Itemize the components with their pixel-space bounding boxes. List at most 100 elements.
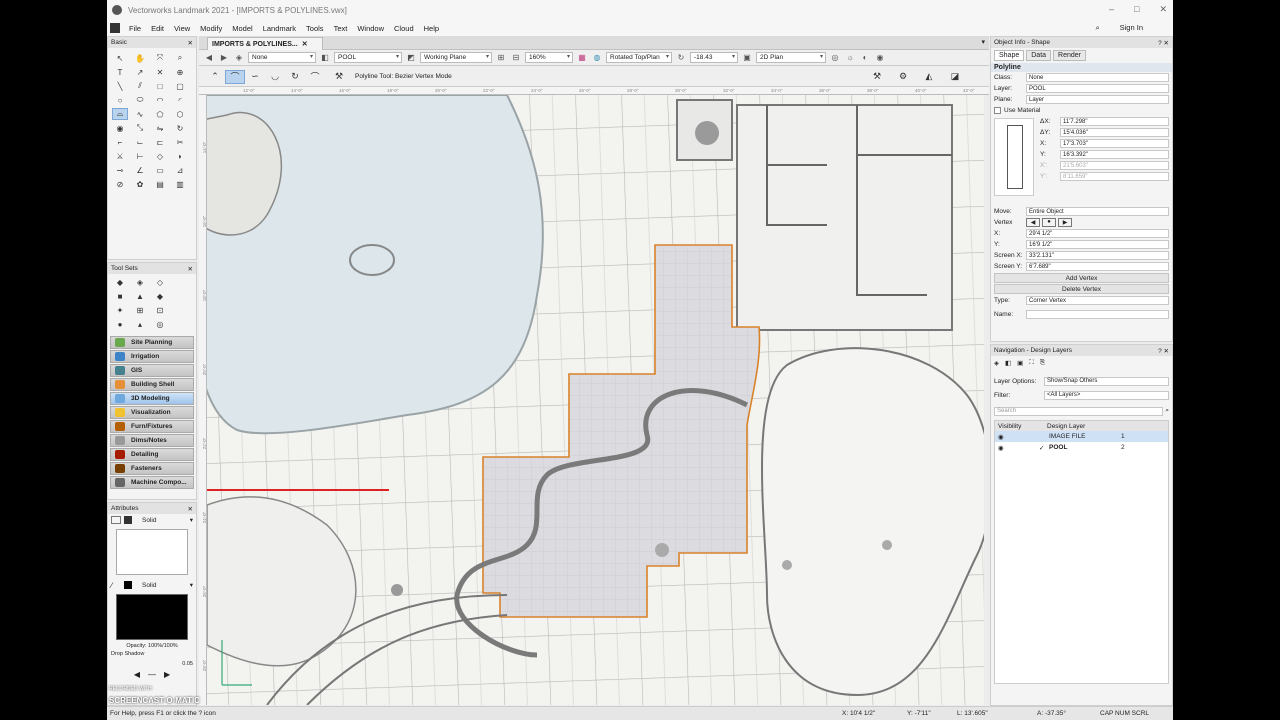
add-vertex-button[interactable]: Add Vertex <box>994 273 1169 283</box>
tab-render[interactable]: Render <box>1053 50 1087 61</box>
screen-x-field[interactable]: 33'2.131" <box>1026 251 1169 260</box>
close-icon[interactable]: ? ✕ <box>1158 347 1169 355</box>
render-mode-select[interactable]: 2D Plan <box>756 52 826 63</box>
filter-select[interactable]: <All Layers> <box>1044 390 1169 400</box>
callout-tool-icon[interactable]: ↗ <box>132 66 148 78</box>
spiral-tool-icon[interactable]: ◉ <box>112 122 128 134</box>
pen-icon[interactable]: ◪ <box>945 70 965 84</box>
polyline-tool-icon[interactable]: ⌓ <box>112 108 128 120</box>
unified-view-icon[interactable]: ◍ <box>591 52 603 63</box>
zoom-out-icon[interactable]: ⊟ <box>510 52 522 63</box>
pad-icon[interactable]: ◇ <box>152 276 168 288</box>
fill-color-swatch[interactable] <box>124 516 132 524</box>
visibility-column-header[interactable]: Visibility <box>995 423 1039 430</box>
layer-field[interactable]: POOL <box>1026 84 1169 93</box>
pen-style-select[interactable]: Solid <box>142 582 156 589</box>
snap-settings-icon[interactable]: ⚙ <box>893 70 913 84</box>
menu-landmark[interactable]: Landmark <box>258 24 301 33</box>
vertex-select-icon[interactable]: ● <box>1042 218 1056 227</box>
close-button[interactable]: ✕ <box>1159 4 1167 15</box>
document-tab[interactable]: IMPORTS & POLYLINES... ✕ <box>207 37 323 50</box>
standard-view-select[interactable]: Rotated Top/Plan <box>606 52 672 63</box>
polygon-tool-icon[interactable]: ⬠ <box>152 108 168 120</box>
vertex-y-field[interactable]: 16'9 1/2" <box>1026 240 1169 249</box>
eye-icon[interactable]: ◉ <box>995 433 1039 441</box>
offset-tool-icon[interactable]: ⤡ <box>132 122 148 134</box>
light-icon[interactable]: ☼ <box>844 52 856 63</box>
vertex-x-field[interactable]: 29'4 1/2" <box>1026 229 1169 238</box>
line-tool-icon[interactable]: ╲ <box>112 80 128 92</box>
point-arc-mode-icon[interactable]: ↻ <box>285 70 305 84</box>
class-field[interactable]: None <box>1026 73 1169 82</box>
torus-icon[interactable]: ◎ <box>152 318 168 330</box>
projection-icon[interactable]: ◎ <box>829 52 841 63</box>
tool-set-furn-fixtures[interactable]: Furn/Fixtures <box>110 420 194 433</box>
move-select[interactable]: Entire Object <box>1026 207 1169 216</box>
preferences-icon[interactable]: ⚒ <box>867 70 887 84</box>
plane-field[interactable]: Layer <box>1026 95 1169 104</box>
hatch-tool-icon[interactable]: ▤ <box>152 178 168 190</box>
menu-cloud[interactable]: Cloud <box>389 24 419 33</box>
tool-set-dims-notes[interactable]: Dims/Notes <box>110 434 194 447</box>
roof-icon[interactable]: ▲ <box>132 290 148 302</box>
bezier-vertex-mode-icon[interactable]: ⌒ <box>225 69 245 84</box>
quarter-arc-tool-icon[interactable]: ◜ <box>172 94 188 106</box>
active-layer-select[interactable]: POOL <box>334 52 402 63</box>
saved-views-icon[interactable]: ◐ <box>859 52 871 63</box>
cubic-vertex-mode-icon[interactable]: ∽ <box>245 70 265 84</box>
tangent-arc-mode-icon[interactable]: ◡ <box>265 70 285 84</box>
close-icon[interactable]: ✕ <box>188 39 193 47</box>
maximize-button[interactable]: □ <box>1134 4 1139 15</box>
split-tool-icon[interactable]: ⚔ <box>112 150 128 162</box>
wall-tool-icon[interactable]: ▥ <box>172 178 188 190</box>
arrow-left-icon[interactable]: ◀ <box>134 670 140 679</box>
pen-color-swatch[interactable] <box>124 581 132 589</box>
connect-tool-icon[interactable]: ⊢ <box>132 150 148 162</box>
bounding-box-widget[interactable] <box>994 118 1034 196</box>
chevron-down-icon[interactable]: ▾ <box>190 516 193 524</box>
rectangle-tool-icon[interactable]: □ <box>152 80 168 92</box>
clip-tool-icon[interactable]: ⊏ <box>152 136 168 148</box>
menu-modify[interactable]: Modify <box>195 24 227 33</box>
locus-tool-icon[interactable]: ⊘ <box>112 178 128 190</box>
tab-data[interactable]: Data <box>1026 50 1052 61</box>
close-icon[interactable]: ✕ <box>188 505 193 513</box>
menu-view[interactable]: View <box>169 24 195 33</box>
tool-set-3d-modeling[interactable]: 3D Modeling <box>110 392 194 405</box>
drawing-canvas[interactable] <box>207 95 984 705</box>
x-field[interactable]: 17'3.703" <box>1060 139 1169 148</box>
menu-model[interactable]: Model <box>227 24 257 33</box>
menu-tools[interactable]: Tools <box>301 24 329 33</box>
menu-text[interactable]: Text <box>329 24 353 33</box>
pen-preview[interactable] <box>116 594 188 640</box>
minimize-button[interactable]: – <box>1109 4 1114 15</box>
line-weight-value[interactable]: 0.05 <box>182 661 193 667</box>
line-end-icon[interactable]: — <box>148 670 156 679</box>
double-polygon-tool-icon[interactable]: ⬡ <box>172 108 188 120</box>
fill-icon[interactable]: ◭ <box>919 70 939 84</box>
nav-refs-icon[interactable]: ⎘ <box>1040 359 1045 367</box>
circle-tool-icon[interactable]: ○ <box>112 94 128 106</box>
tool-set-building-shell[interactable]: Building Shell <box>110 378 194 391</box>
fill-style-select[interactable]: Solid <box>142 517 156 524</box>
massing-model-icon[interactable]: ⊡ <box>152 304 168 316</box>
back-icon[interactable]: ◀ <box>203 52 215 63</box>
rotation-angle-field[interactable]: -18.43 <box>690 52 738 63</box>
tool-set-site-planning[interactable]: Site Planning <box>110 336 194 349</box>
eye-icon[interactable]: ◉ <box>995 444 1039 452</box>
site-model-icon[interactable]: ◆ <box>112 276 128 288</box>
flyover-tool-icon[interactable]: ⤧ <box>152 52 168 64</box>
protractor-tool-icon[interactable]: ∠ <box>132 164 148 176</box>
tool-set-irrigation[interactable]: Irrigation <box>110 350 194 363</box>
massing-icon[interactable]: ■ <box>112 290 128 302</box>
landscape-area-icon[interactable]: ⊞ <box>132 304 148 316</box>
use-material-checkbox[interactable] <box>994 107 1001 114</box>
chevron-down-icon[interactable]: ▾ <box>190 581 193 589</box>
reshape-tool-icon[interactable]: ◇ <box>152 150 168 162</box>
text-tool-icon[interactable]: T <box>112 66 128 78</box>
double-line-tool-icon[interactable]: ⫽ <box>132 80 148 92</box>
search-input[interactable]: Search <box>994 406 1164 416</box>
active-class-select[interactable]: None <box>248 52 316 63</box>
arc-tool-icon[interactable]: ◠ <box>152 94 168 106</box>
cone-icon[interactable]: ▴ <box>132 318 148 330</box>
